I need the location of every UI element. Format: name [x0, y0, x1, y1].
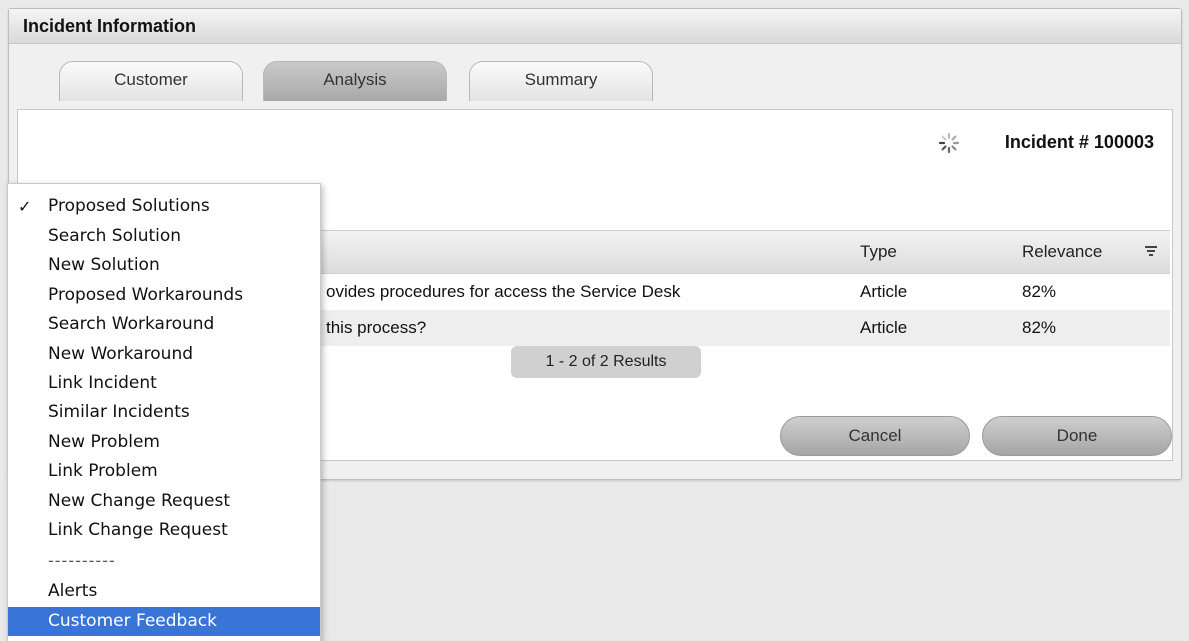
tab-summary[interactable]: Summary: [469, 61, 653, 101]
menu-item-proposed-workarounds[interactable]: Proposed Workarounds: [8, 281, 320, 310]
row-type: Article: [860, 282, 908, 301]
row-relevance: 82%: [1022, 318, 1057, 337]
tab-bar: Customer Analysis Summary: [9, 61, 1181, 101]
row-title[interactable]: ovides procedures for access the Service…: [326, 274, 680, 310]
menu-item-search-solution[interactable]: Search Solution: [8, 222, 320, 251]
menu-item-new-solution[interactable]: New Solution: [8, 251, 320, 280]
row-title[interactable]: this process?: [326, 310, 426, 346]
menu-item-search-workaround[interactable]: Search Workaround: [8, 310, 320, 339]
tab-analysis[interactable]: Analysis: [263, 61, 447, 101]
column-header-relevance[interactable]: Relevance: [1022, 231, 1102, 273]
menu-item-new-change-request[interactable]: New Change Request: [8, 487, 320, 516]
tab-customer[interactable]: Customer: [59, 61, 243, 101]
menu-item-customer-feedback[interactable]: Customer Feedback: [8, 607, 320, 636]
menu-item-link-change-request[interactable]: Link Change Request: [8, 516, 320, 545]
panel-title: Incident Information: [9, 9, 1181, 44]
menu-item-new-problem[interactable]: New Problem: [8, 428, 320, 457]
row-relevance: 82%: [1022, 282, 1057, 301]
incident-number: Incident # 100003: [1004, 132, 1154, 152]
menu-item-similar-incidents[interactable]: Similar Incidents: [8, 398, 320, 427]
menu-item-new-workaround[interactable]: New Workaround: [8, 340, 320, 369]
loading-spinner-icon: [938, 132, 960, 154]
row-type: Article: [860, 318, 908, 337]
menu-item-proposed-solutions[interactable]: ✓ Proposed Solutions: [8, 192, 320, 221]
results-count: 1 - 2 of 2 Results: [511, 346, 701, 378]
menu-item-label: Proposed Solutions: [48, 196, 210, 216]
cancel-button[interactable]: Cancel: [780, 416, 970, 456]
menu-item-link-incident[interactable]: Link Incident: [8, 369, 320, 398]
checkmark-icon: ✓: [18, 197, 32, 216]
menu-item-alerts[interactable]: Alerts: [8, 577, 320, 606]
done-button[interactable]: Done: [982, 416, 1172, 456]
filter-icon[interactable]: [1144, 245, 1158, 259]
column-header-type[interactable]: Type: [860, 231, 897, 273]
context-menu: ✓ Proposed Solutions Search Solution New…: [7, 183, 321, 641]
menu-item-link-problem[interactable]: Link Problem: [8, 457, 320, 486]
menu-separator: ----------: [48, 551, 116, 570]
